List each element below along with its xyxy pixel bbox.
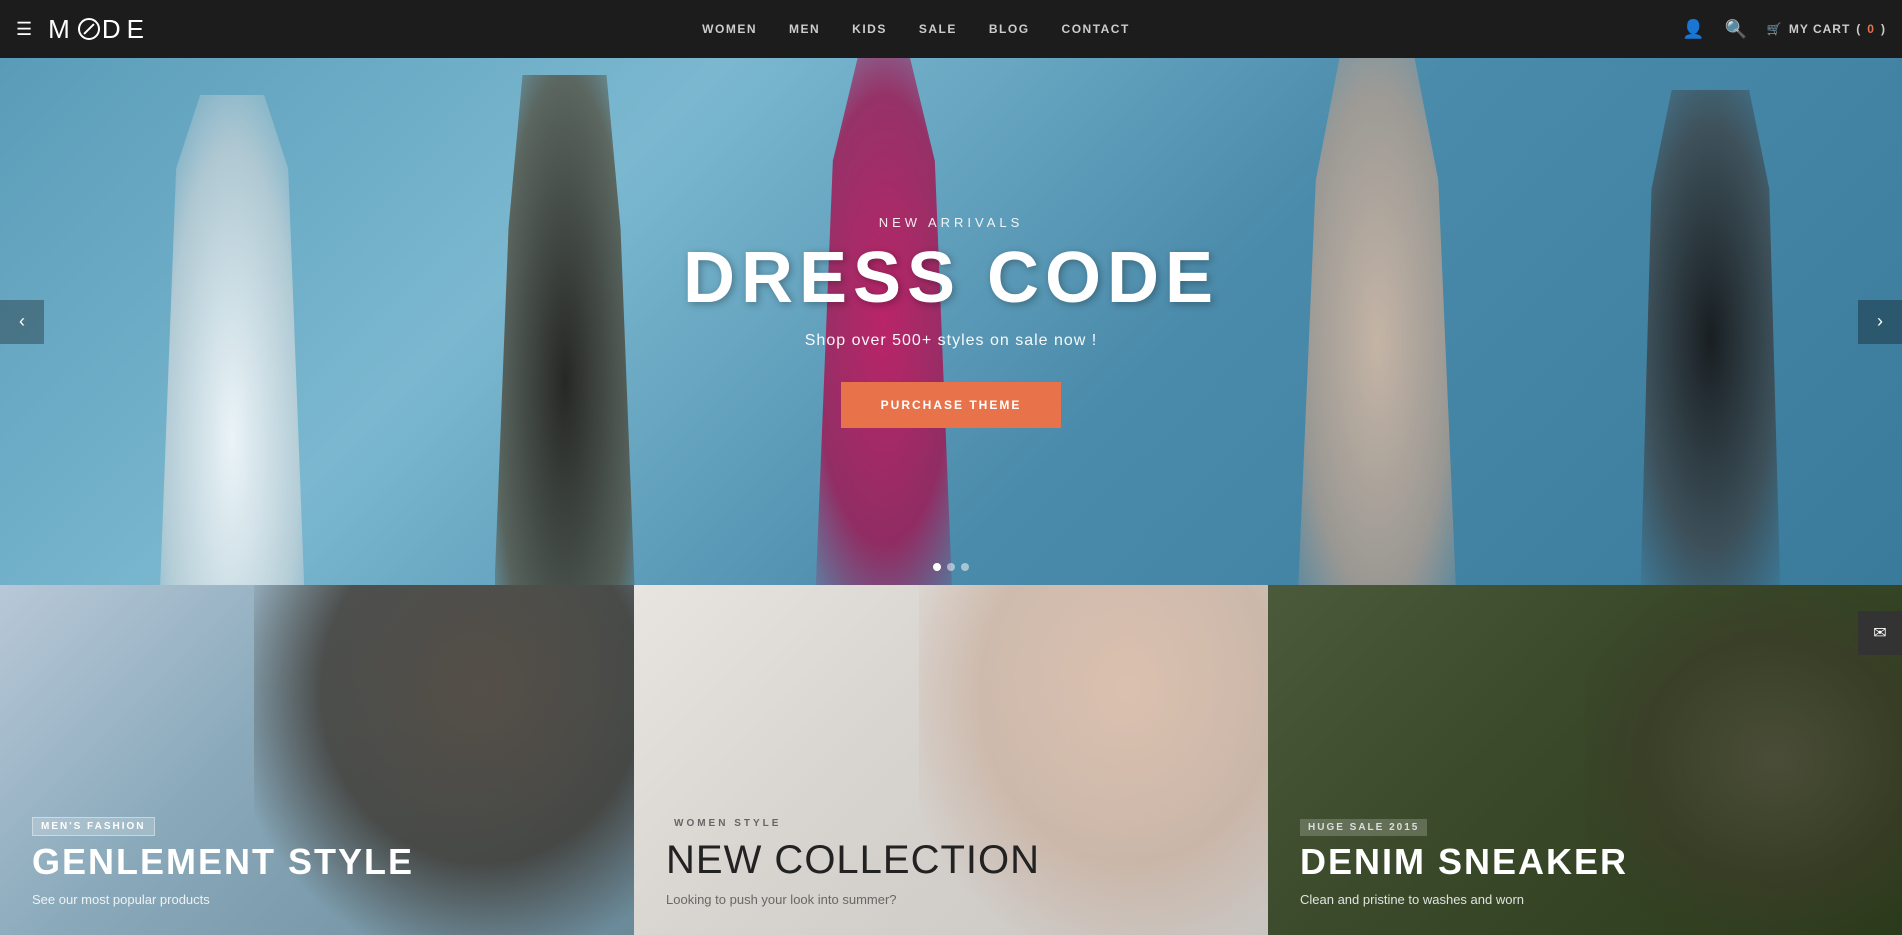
nav-men[interactable]: MEN bbox=[789, 22, 820, 36]
cart-link[interactable]: 🛒 MY CART (0) bbox=[1767, 22, 1886, 36]
panel-denim-title: DENIM SNEAKER bbox=[1300, 842, 1628, 882]
cart-icon: 🛒 bbox=[1767, 22, 1783, 36]
panel-denim[interactable]: HUGE SALE 2015 DENIM SNEAKER Clean and p… bbox=[1268, 585, 1902, 935]
figure-dress-white bbox=[152, 95, 312, 585]
panel-denim-desc: Clean and pristine to washes and worn bbox=[1300, 892, 1628, 907]
hero-next-arrow[interactable]: › bbox=[1858, 300, 1902, 344]
dot-2[interactable] bbox=[947, 563, 955, 571]
hero-subtitle: NEW ARRIVALS bbox=[683, 215, 1219, 230]
panel-men[interactable]: MEN'S FASHION GENLEMENT STYLE See our mo… bbox=[0, 585, 634, 935]
dot-3[interactable] bbox=[961, 563, 969, 571]
figure-dress-nude bbox=[1290, 58, 1465, 585]
panel-denim-figure bbox=[1585, 585, 1902, 935]
panel-women-desc: Looking to push your look into summer? bbox=[666, 892, 1040, 907]
hero-dots bbox=[933, 563, 969, 571]
hamburger-menu[interactable]: ☰ bbox=[16, 19, 32, 40]
cart-count: 0 bbox=[1867, 22, 1875, 36]
account-icon[interactable]: 👤 bbox=[1682, 19, 1704, 40]
site-logo[interactable]: MDE bbox=[48, 14, 150, 45]
hero-cta-button[interactable]: PURCHASE THEME bbox=[841, 382, 1062, 428]
site-header: ☰ MDE WOMEN MEN KIDS SALE BLOG CONTACT 👤… bbox=[0, 0, 1902, 58]
panel-women-tag: WOMEN STYLE bbox=[666, 815, 789, 832]
nav-women[interactable]: WOMEN bbox=[702, 22, 757, 36]
email-sidebar-button[interactable]: ✉ bbox=[1858, 611, 1902, 655]
hero-title: DRESS CODE bbox=[683, 242, 1219, 314]
hero-description: Shop over 500+ styles on sale now ! bbox=[683, 332, 1219, 350]
hero-section: NEW ARRIVALS DRESS CODE Shop over 500+ s… bbox=[0, 58, 1902, 585]
nav-sale[interactable]: SALE bbox=[919, 22, 957, 36]
panel-denim-tag: HUGE SALE 2015 bbox=[1300, 819, 1427, 836]
hero-prev-arrow[interactable]: ‹ bbox=[0, 300, 44, 344]
logo-circle bbox=[78, 18, 100, 40]
search-icon[interactable]: 🔍 bbox=[1724, 19, 1746, 40]
figure-dress-black bbox=[495, 75, 635, 585]
main-nav: WOMEN MEN KIDS SALE BLOG CONTACT bbox=[702, 22, 1130, 36]
nav-blog[interactable]: BLOG bbox=[989, 22, 1030, 36]
nav-contact[interactable]: CONTACT bbox=[1062, 22, 1130, 36]
panel-men-text: MEN'S FASHION GENLEMENT STYLE See our mo… bbox=[32, 816, 414, 907]
panel-men-tag: MEN'S FASHION bbox=[32, 817, 155, 836]
figure-dress-black2 bbox=[1633, 90, 1788, 585]
header-actions: 👤 🔍 🛒 MY CART (0) bbox=[1682, 19, 1886, 40]
panel-denim-text: HUGE SALE 2015 DENIM SNEAKER Clean and p… bbox=[1300, 817, 1628, 907]
nav-kids[interactable]: KIDS bbox=[852, 22, 887, 36]
category-panels: MEN'S FASHION GENLEMENT STYLE See our mo… bbox=[0, 585, 1902, 935]
panel-women-text: WOMEN STYLE NEW COLLECTION Looking to pu… bbox=[666, 813, 1040, 907]
panel-men-desc: See our most popular products bbox=[32, 892, 414, 907]
panel-men-title: GENLEMENT STYLE bbox=[32, 842, 414, 882]
hero-content: NEW ARRIVALS DRESS CODE Shop over 500+ s… bbox=[683, 215, 1219, 428]
dot-1[interactable] bbox=[933, 563, 941, 571]
panel-women-title: NEW COLLECTION bbox=[666, 838, 1040, 882]
cart-label: MY CART bbox=[1789, 22, 1850, 36]
panel-women[interactable]: WOMEN STYLE NEW COLLECTION Looking to pu… bbox=[634, 585, 1268, 935]
